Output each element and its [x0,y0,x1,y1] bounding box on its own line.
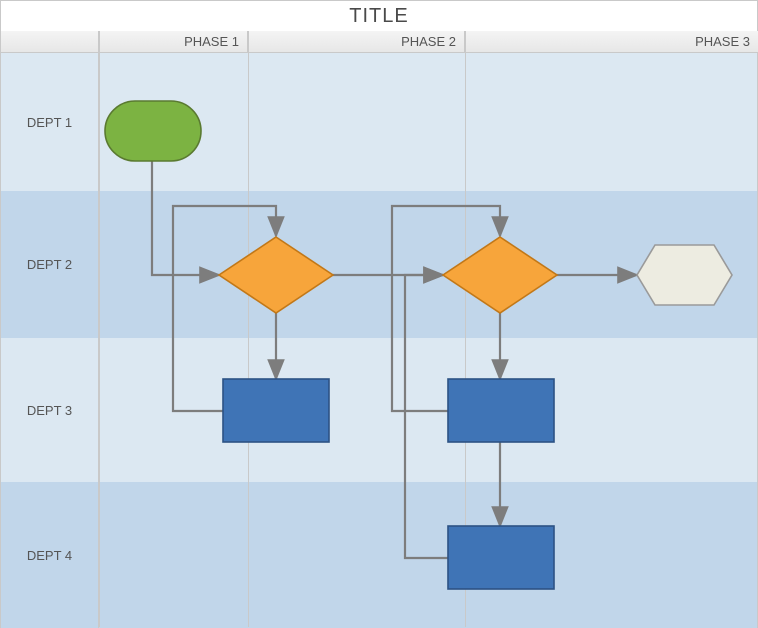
swimlane-1 [99,53,757,191]
dept-header-2: DEPT 2 [1,191,99,338]
dept-header-1: DEPT 1 [1,53,99,191]
dept-label: DEPT 3 [27,403,72,418]
swimlane-3 [99,338,757,482]
dept-header-4: DEPT 4 [1,482,99,628]
swimlane-4 [99,482,757,628]
phase-header-1: PHASE 1 [99,31,248,53]
phase-header-corner [1,31,99,53]
swimlane-2 [99,191,757,338]
phase-header-2: PHASE 2 [248,31,465,53]
swimlane-diagram: TITLE PHASE 1 PHASE 2 PHASE 3 DEPT 1 DEP… [0,0,758,628]
dept-header-3: DEPT 3 [1,338,99,482]
phase-header-3: PHASE 3 [465,31,758,53]
dept-label: DEPT 2 [27,257,72,272]
dept-label: DEPT 4 [27,548,72,563]
dept-label: DEPT 1 [27,115,72,130]
diagram-title: TITLE [1,1,757,32]
